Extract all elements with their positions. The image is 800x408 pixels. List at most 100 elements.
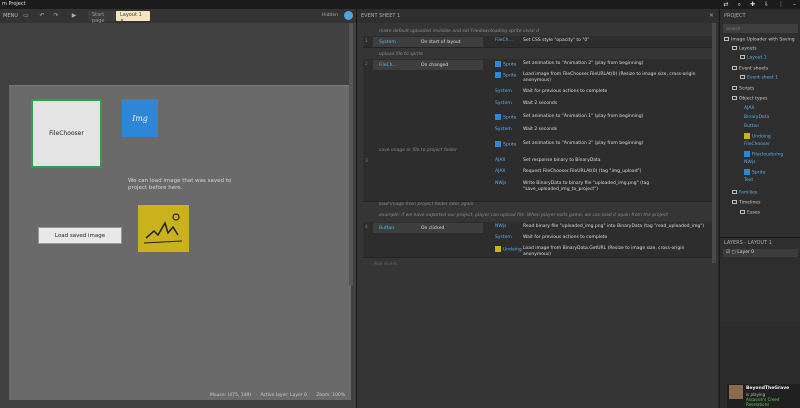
- event-row[interactable]: 4 Button On clicked NWjs Read binary fil…: [363, 222, 716, 258]
- minimize-icon[interactable]: –: [793, 1, 796, 9]
- tree-project-root[interactable]: Image Uploader with Saving: [724, 37, 795, 43]
- tree-label: NWjs: [744, 160, 756, 165]
- project-search-input[interactable]: [723, 24, 798, 33]
- sidebar-toggle-icon[interactable]: ▭: [20, 12, 32, 20]
- redo-icon[interactable]: ↷: [50, 12, 62, 20]
- event-action[interactable]: System Wait for previous actions to comp…: [493, 89, 718, 98]
- undoing-sprite-object[interactable]: [138, 205, 189, 252]
- tree-object-undoing[interactable]: Undoing: [744, 133, 771, 140]
- event-condition[interactable]: Button On clicked: [373, 223, 483, 233]
- tree-timelines[interactable]: Timelines: [732, 200, 760, 206]
- event-action[interactable]: NWjs Write BinaryData to binary file "up…: [493, 181, 718, 193]
- tree-eases[interactable]: Eases: [740, 210, 760, 216]
- undo-icon[interactable]: ↶: [36, 12, 48, 20]
- titlebar-icons: ⇄ ⌕ ✚ ⇩ ⋮ –: [724, 1, 796, 9]
- play-icon[interactable]: ▶: [68, 12, 80, 20]
- tree-object-button[interactable]: Button: [744, 124, 759, 129]
- event-comment[interactable]: upload file to sprite: [371, 50, 711, 59]
- tree-object-filecloudering[interactable]: Filecloudering: [744, 151, 783, 158]
- tab-start-page[interactable]: Start page: [88, 11, 116, 24]
- event-row[interactable]: 1 System On start of layout FileCh... Se…: [363, 36, 713, 48]
- action-text: Wait 2 seconds: [523, 127, 558, 132]
- event-action[interactable]: System Wait 2 seconds ◷: [493, 127, 718, 136]
- event-action[interactable]: Undoing Load image from BinaryData.GetUR…: [493, 246, 718, 258]
- folder-icon: [732, 190, 737, 194]
- tree-object-text[interactable]: Text: [744, 178, 753, 183]
- more-icon[interactable]: ⋮: [778, 1, 784, 9]
- sprite-icon: [495, 114, 501, 120]
- action-object: System: [495, 101, 512, 106]
- event-action[interactable]: NWjs Read binary file "uploaded_img.png"…: [493, 224, 718, 233]
- img-sprite-object[interactable]: Img: [122, 99, 158, 137]
- event-action[interactable]: System Wait 2 seconds ◷: [493, 101, 718, 110]
- project-panel-title: PROJECT: [724, 13, 746, 19]
- event-action[interactable]: Sprite Set animation to "Animation 2" (p…: [493, 61, 718, 70]
- filechooser-object[interactable]: FileChooser: [31, 99, 102, 168]
- lock-icon[interactable]: ▢: [731, 250, 735, 255]
- event-condition[interactable]: FileCh... On changed: [373, 60, 483, 70]
- tree-layouts[interactable]: Layouts: [732, 46, 757, 52]
- event-number: 2: [365, 62, 368, 67]
- event-action[interactable]: Sprite Load image from FileChooser.FileU…: [493, 72, 718, 84]
- layer-name: Layer 0: [737, 250, 755, 255]
- event-condition[interactable]: System On start of layout: [373, 37, 483, 47]
- checkbox-icon[interactable]: ☑: [726, 250, 730, 255]
- event-comment[interactable]: load image from project folder later aga…: [371, 200, 711, 209]
- event-row[interactable]: 3 AJAX Set response binary to BinaryData…: [363, 156, 716, 202]
- view-mode-label[interactable]: Hidden: [322, 13, 338, 18]
- close-icon[interactable]: ✕: [709, 12, 714, 19]
- friend-game: Assassin's Creed Revelations: [746, 397, 780, 407]
- tab-layout-1[interactable]: Layout 1 ✕: [116, 11, 150, 24]
- tree-object-sprite[interactable]: Sprite: [744, 169, 765, 176]
- action-object: System: [495, 89, 512, 94]
- download-icon[interactable]: ⇩: [764, 1, 769, 9]
- info-text-object[interactable]: We can load image that was saved to proj…: [128, 178, 238, 192]
- add-event-link[interactable]: Add event: [374, 262, 397, 267]
- event-comment[interactable]: example: if we have exported our project…: [371, 211, 711, 220]
- event-number: 1: [365, 39, 368, 44]
- tree-object-ajax[interactable]: AJAX: [744, 106, 755, 111]
- friend-notification[interactable]: BeyondTheGrave is playing Assassin's Cre…: [727, 384, 800, 408]
- menu-button[interactable]: MENU: [3, 13, 18, 19]
- event-action[interactable]: System Wait for previous actions to comp…: [493, 235, 718, 244]
- action-text: Set animation to "Animation 2" (play fro…: [523, 61, 644, 66]
- layer-row[interactable]: ☑ ▢ Layer 0: [723, 249, 798, 257]
- sprite-icon: [744, 169, 750, 175]
- tree-scripts[interactable]: Scripts: [732, 86, 754, 92]
- action-object: AJAX: [495, 169, 506, 174]
- event-action[interactable]: AJAX Request FileChooser.FileURLAt(0) (t…: [493, 169, 718, 178]
- tree-label: Layouts: [739, 46, 757, 52]
- event-sheet-icon: [740, 75, 745, 79]
- puzzle-icon[interactable]: ✚: [750, 1, 755, 9]
- tree-object-filechooser[interactable]: FileChooser: [744, 142, 770, 147]
- condition-object: FileCh...: [379, 62, 397, 68]
- tree-event-sheets[interactable]: Event sheets: [732, 66, 768, 72]
- action-text: Wait for previous actions to complete: [523, 89, 608, 94]
- mouse-position: Mouse: (475, 149): [210, 393, 252, 398]
- layers-panel-title: LAYERS - LAYOUT 1: [724, 240, 772, 246]
- search-icon[interactable]: ⌕: [738, 1, 741, 9]
- event-comment[interactable]: make default uploaded invisible and set …: [371, 27, 711, 36]
- view-mode-icon[interactable]: [344, 11, 353, 20]
- undoing-icon: [495, 246, 501, 252]
- action-object: Sprite: [503, 115, 517, 121]
- tree-event-sheet-1[interactable]: Event sheet 1: [740, 75, 778, 81]
- event-action[interactable]: FileCh... Set CSS style "opacity" to "0": [493, 38, 718, 47]
- folder-icon: [732, 96, 737, 100]
- event-action[interactable]: Sprite Set animation to "Animation 1" (p…: [493, 114, 718, 123]
- share-icon[interactable]: ⇄: [724, 1, 729, 9]
- tree-label: Sprite: [752, 170, 766, 176]
- event-action[interactable]: AJAX Set response binary to BinaryData: [493, 158, 718, 167]
- tree-object-types[interactable]: Object types: [732, 96, 767, 102]
- tree-object-nwjs[interactable]: NWjs: [744, 160, 755, 165]
- tree-layout-1[interactable]: Layout 1: [740, 55, 767, 61]
- event-comment[interactable]: save image or file to project folder: [371, 146, 711, 155]
- action-text: Wait 2 seconds: [523, 101, 558, 106]
- tree-object-binarydata[interactable]: BinaryData: [744, 115, 769, 120]
- tree-families[interactable]: Families: [732, 190, 757, 196]
- layout-vertical-scrollbar[interactable]: [349, 23, 353, 285]
- event-sheet[interactable]: make default uploaded invisible and set …: [356, 23, 718, 408]
- event-sheet-scrollbar[interactable]: [712, 23, 716, 263]
- action-object: NWjs: [495, 181, 507, 186]
- load-saved-image-button[interactable]: Load saved image: [38, 227, 122, 244]
